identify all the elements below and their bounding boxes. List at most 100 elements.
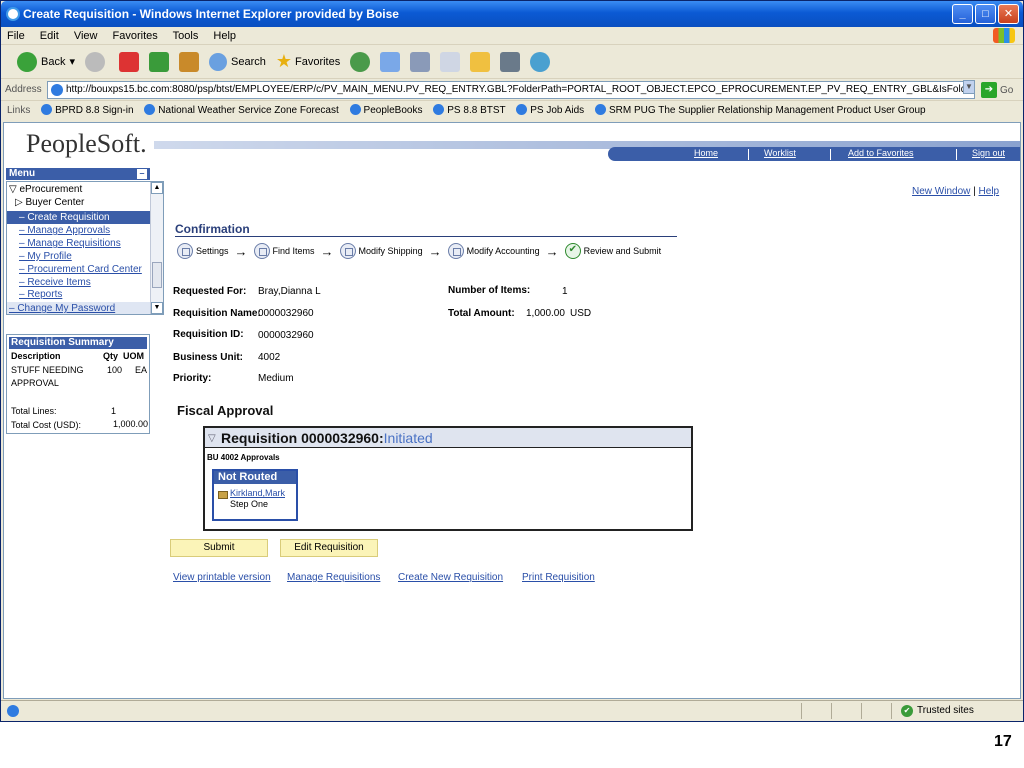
mail-icon[interactable] <box>380 51 401 72</box>
peoplesoft-logo: PeopleSoft. <box>26 129 147 158</box>
print-icon[interactable] <box>410 51 431 72</box>
approver-icon <box>218 491 228 499</box>
business-unit-value: 4002 <box>258 352 281 363</box>
refresh-icon[interactable] <box>149 51 169 72</box>
requested-for-value: Bray,Dianna L <box>258 286 321 297</box>
fiscal-approval-heading: Fiscal Approval <box>177 403 274 418</box>
menu-item-my-profile[interactable]: – My Profile <box>19 251 72 262</box>
address-input[interactable]: http://bouxps15.bc.com:8080/psp/btst/EMP… <box>47 81 975 99</box>
links-label: Links <box>7 105 31 116</box>
nav-add-to-favorites[interactable]: Add to Favorites <box>848 148 914 158</box>
summary-title: Requisition Summary <box>9 337 147 349</box>
menu-view[interactable]: View <box>74 30 98 42</box>
top-links: New Window | Help <box>912 186 1000 197</box>
total-cost-value: 1,000.00 <box>113 419 149 429</box>
edit-icon[interactable] <box>440 51 461 72</box>
collapse-triangle-icon[interactable]: ▽ <box>208 429 216 449</box>
stop-icon[interactable] <box>119 51 139 72</box>
approval-header[interactable]: ▽ Requisition 0000032960:Initiated <box>205 428 691 448</box>
link-ps-job-aids[interactable]: PS Job Aids <box>516 105 584 116</box>
print-requisition-link[interactable]: Print Requisition <box>522 572 595 583</box>
history-icon[interactable] <box>350 51 371 72</box>
address-label: Address <box>5 84 42 95</box>
scroll-down-icon[interactable]: ▼ <box>151 302 163 314</box>
total-lines-label: Total Lines: <box>11 406 57 416</box>
progress-steps: Settings → Find Items → Modify Shipping … <box>177 242 661 260</box>
step-icon <box>177 243 193 259</box>
forward-arrow-icon[interactable] <box>85 51 105 72</box>
approval-step: Step One <box>230 499 269 509</box>
help-link[interactable]: Help <box>979 186 1000 197</box>
go-arrow-icon: ➔ <box>981 82 997 98</box>
nav-worklist[interactable]: Worklist <box>764 148 796 158</box>
favorites-button[interactable]: ★ Favorites <box>276 51 340 72</box>
collapse-icon[interactable]: – <box>137 169 147 179</box>
requested-for-label: Requested For: <box>173 286 247 297</box>
folder-icon[interactable] <box>470 51 491 72</box>
link-peoplebooks[interactable]: PeopleBooks <box>350 105 423 116</box>
approver-link[interactable]: Kirkland,Mark <box>230 488 285 498</box>
link-srm-pug[interactable]: SRM PUG The Supplier Relationship Manage… <box>595 105 926 116</box>
total-lines-value: 1 <box>111 406 117 416</box>
nav-sign-out[interactable]: Sign out <box>972 148 1005 158</box>
research-icon[interactable] <box>500 51 521 72</box>
menu-item-receive-items[interactable]: – Receive Items <box>19 277 91 288</box>
menu-item-create-requisition[interactable]: – Create Requisition <box>7 211 150 224</box>
maximize-button[interactable]: □ <box>975 4 996 24</box>
menu-item-manage-approvals[interactable]: – Manage Approvals <box>19 225 110 236</box>
go-button[interactable]: ➔ Go <box>981 82 1013 98</box>
link-ps-btst[interactable]: PS 8.8 BTST <box>433 105 505 116</box>
number-of-items-label: Number of Items: <box>448 285 531 296</box>
manage-requisitions-link[interactable]: Manage Requisitions <box>287 572 380 583</box>
close-button[interactable]: ✕ <box>998 4 1019 24</box>
view-printable-link[interactable]: View printable version <box>173 572 271 583</box>
nav-home[interactable]: Home <box>694 148 718 158</box>
edit-requisition-button[interactable]: Edit Requisition <box>280 539 378 557</box>
step-modify-accounting[interactable]: Modify Accounting <box>447 243 540 259</box>
window-title: Create Requisition - Windows Internet Ex… <box>23 7 399 21</box>
menu-item-eprocurement[interactable]: ▽ eProcurement <box>9 184 82 195</box>
star-icon: ★ <box>275 51 292 71</box>
menu-file[interactable]: File <box>7 30 25 42</box>
create-new-requisition-link[interactable]: Create New Requisition <box>398 572 503 583</box>
new-window-link[interactable]: New Window <box>912 186 970 197</box>
menu-edit[interactable]: Edit <box>40 30 59 42</box>
step-find-items[interactable]: Find Items <box>253 243 315 259</box>
submit-button[interactable]: Submit <box>170 539 268 557</box>
back-button[interactable]: Back ▾ <box>17 51 75 72</box>
menu-item-buyer-center[interactable]: ▷ Buyer Center <box>15 197 84 208</box>
priority-label: Priority: <box>173 373 212 384</box>
number-of-items-value: 1 <box>562 286 568 297</box>
summary-col-uom: UOM <box>123 351 144 361</box>
minimize-button[interactable]: _ <box>952 4 973 24</box>
menu-tools[interactable]: Tools <box>173 30 199 42</box>
step-settings[interactable]: Settings <box>177 243 229 259</box>
menu-item-manage-requisitions[interactable]: – Manage Requisitions <box>19 238 121 249</box>
menu-item-change-password[interactable]: – Change My Password <box>7 302 150 314</box>
step-review-and-submit[interactable]: Review and Submit <box>564 243 661 259</box>
menu-item-reports[interactable]: – Reports <box>19 289 62 300</box>
menu-favorites[interactable]: Favorites <box>113 30 158 42</box>
address-dropdown-button[interactable]: ▼ <box>963 80 975 94</box>
summary-col-qty: Qty <box>103 351 119 361</box>
step-modify-shipping[interactable]: Modify Shipping <box>339 243 423 259</box>
link-weather[interactable]: National Weather Service Zone Forecast <box>144 105 338 116</box>
title-divider <box>175 236 677 237</box>
scroll-up-icon[interactable]: ▲ <box>151 182 163 194</box>
arrow-icon: → <box>234 243 248 259</box>
ie-menubar: File Edit View Favorites Tools Help <box>1 27 1023 45</box>
summary-item-desc-2: APPROVAL <box>11 378 59 388</box>
total-amount-value: 1,000.00 <box>526 308 565 319</box>
menu-help[interactable]: Help <box>213 30 236 42</box>
approval-status: Initiated <box>383 430 433 446</box>
scroll-thumb[interactable] <box>152 262 162 288</box>
menu-item-procurement-card-center[interactable]: – Procurement Card Center <box>19 264 142 275</box>
link-bprd-signin[interactable]: BPRD 8.8 Sign-in <box>41 105 133 116</box>
home-icon[interactable] <box>179 51 199 72</box>
arrow-icon: → <box>320 243 334 259</box>
search-button[interactable]: Search <box>209 52 266 71</box>
windows-logo-icon <box>993 28 1015 43</box>
menu-scrollbar[interactable]: ▲ ▼ <box>150 182 163 314</box>
messenger-icon[interactable] <box>530 51 551 72</box>
requisition-name-value: 0000032960 <box>258 308 314 319</box>
